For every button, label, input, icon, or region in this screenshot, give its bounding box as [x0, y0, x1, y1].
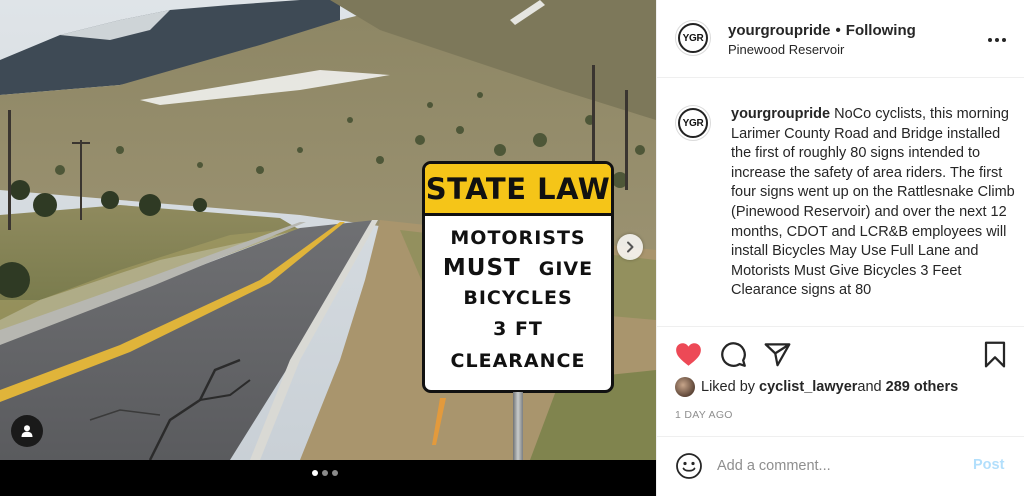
liked-by-user-link[interactable]: cyclist_lawyer: [759, 379, 857, 395]
bookmark-icon: [984, 341, 1006, 367]
share-button[interactable]: [763, 340, 791, 368]
emoji-icon[interactable]: [675, 452, 703, 480]
carousel-dot: [312, 470, 318, 476]
carousel-dot: [332, 470, 338, 476]
sign-line-2a: MUST: [442, 255, 521, 281]
caption-text: NoCo cyclists, this morning Larimer Coun…: [731, 106, 1015, 299]
comment-composer: Post: [657, 436, 1024, 496]
sign-line-2b: GIVE: [538, 258, 594, 280]
state-law-sign: STATE LAW MOTORISTS MUST GIVE BICYCLES 3…: [422, 161, 614, 393]
post-timestamp[interactable]: 1 DAY AGO: [675, 409, 733, 421]
location-link[interactable]: Pinewood Reservoir: [728, 42, 844, 57]
following-button[interactable]: Following: [846, 22, 916, 39]
liked-by-others-link[interactable]: 289 others: [886, 379, 959, 395]
sign-line-3: BICYCLES: [463, 287, 573, 309]
like-button[interactable]: [674, 340, 702, 368]
liked-by-and: and: [857, 379, 882, 395]
comment-input[interactable]: [717, 453, 957, 479]
post-header: YGR yourgroupride • Following Pinewood Res…: [657, 0, 1024, 78]
sign-line-1: MOTORISTS: [450, 227, 586, 249]
sign-header: STATE LAW: [425, 164, 611, 216]
heart-icon: [675, 342, 701, 366]
carousel-dot: [322, 470, 328, 476]
header-user-line: yourgroupride • Following: [728, 22, 916, 39]
post-comment-button[interactable]: Post: [973, 457, 1004, 473]
username-link[interactable]: yourgroupride: [728, 22, 831, 39]
sign-line-4: 3 FT: [493, 318, 543, 340]
caption-section: YGR yourgroupride NoCo cyclists, this mo…: [657, 79, 1024, 326]
more-options-icon[interactable]: [988, 31, 1006, 49]
caption-username[interactable]: yourgroupride: [731, 106, 830, 122]
save-button[interactable]: [981, 340, 1009, 368]
profile-avatar[interactable]: YGR: [675, 20, 711, 56]
user-icon: [21, 425, 33, 437]
post-media: STATE LAW MOTORISTS MUST GIVE BICYCLES 3…: [0, 0, 656, 496]
send-icon: [764, 342, 790, 366]
action-bar: Liked by cyclist_lawyer and 289 others 1…: [657, 326, 1024, 436]
caption-avatar[interactable]: YGR: [675, 105, 711, 141]
avatar-logo: YGR: [678, 23, 708, 53]
carousel-next-button[interactable]: [617, 234, 643, 260]
avatar-logo: YGR: [678, 108, 708, 138]
comment-icon: [720, 341, 746, 367]
post-caption: yourgroupride NoCo cyclists, this mornin…: [731, 105, 1016, 301]
tagged-users-button[interactable]: [11, 415, 43, 447]
likes-summary: Liked by cyclist_lawyer and 289 others: [675, 377, 958, 397]
comment-button[interactable]: [719, 340, 747, 368]
liked-by-prefix: Liked by: [701, 379, 756, 395]
media-footer: [0, 460, 656, 496]
chevron-right-icon: [627, 241, 634, 253]
liker-avatar[interactable]: [675, 377, 695, 397]
sign-line-5: CLEARANCE: [450, 350, 586, 372]
sign-post: [513, 392, 523, 460]
post-panel: YGR yourgroupride • Following Pinewood Res…: [656, 0, 1024, 496]
separator-dot: •: [835, 22, 841, 39]
carousel-indicator: [312, 470, 338, 476]
sign-line-2: MUST GIVE: [425, 255, 611, 281]
